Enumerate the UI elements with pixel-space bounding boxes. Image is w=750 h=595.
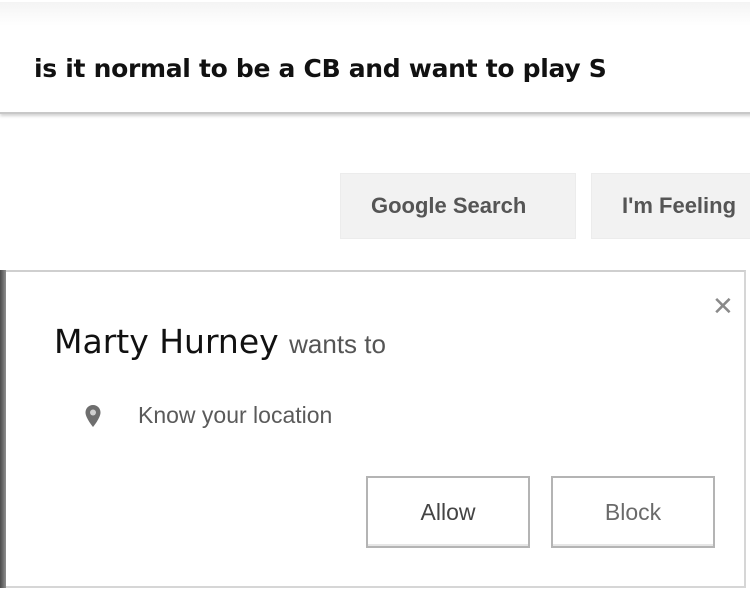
block-button[interactable]: Block	[551, 476, 715, 548]
location-pin-icon	[85, 404, 101, 427]
page: is it normal to be a CB and want to play…	[0, 0, 750, 595]
close-icon[interactable]: ✕	[712, 294, 734, 320]
google-search-button[interactable]: Google Search	[340, 173, 576, 239]
search-query-text: is it normal to be a CB and want to play…	[34, 54, 607, 83]
allow-button[interactable]: Allow	[366, 476, 530, 548]
wants-to-text: wants to	[289, 329, 386, 359]
search-input[interactable]: is it normal to be a CB and want to play…	[0, 2, 750, 114]
permission-row: Know your location	[84, 402, 332, 429]
feeling-lucky-button[interactable]: I'm Feeling	[591, 173, 750, 239]
location-permission-dialog: ✕ Marty Hurney wants to Know your locati…	[6, 270, 746, 588]
permission-text: Know your location	[138, 402, 333, 428]
dialog-title: Marty Hurney wants to	[54, 322, 386, 361]
requester-name: Marty Hurney	[54, 322, 279, 361]
